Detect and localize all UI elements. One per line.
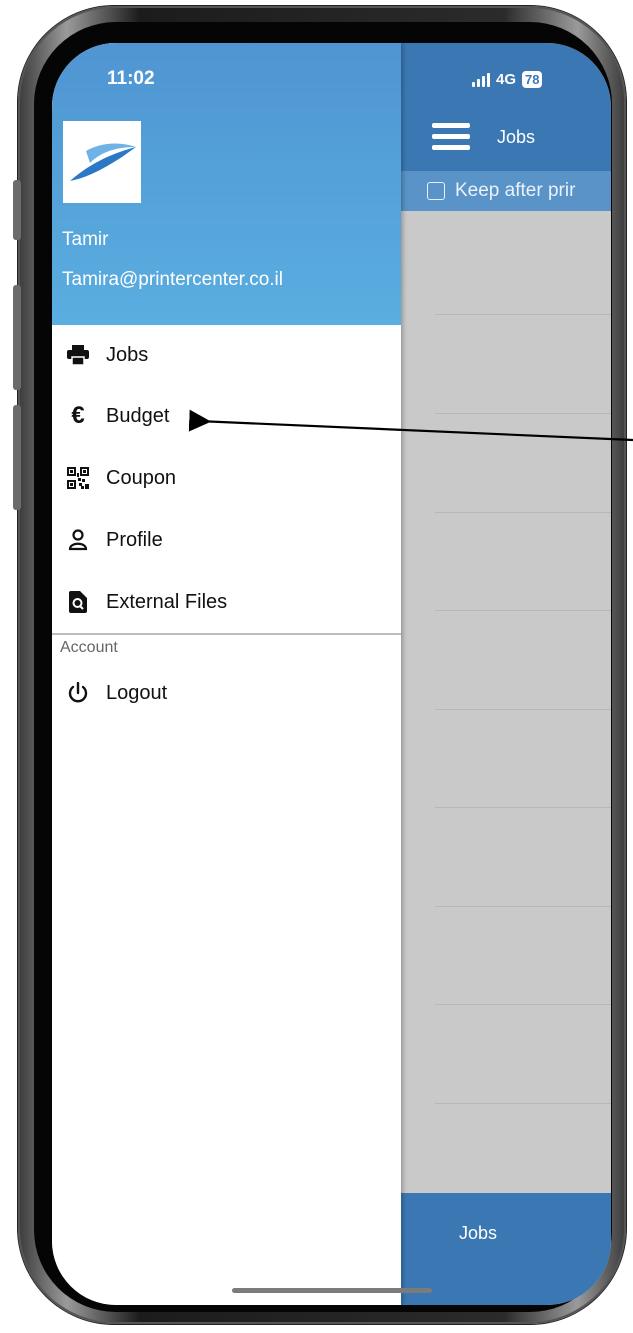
mute-switch — [13, 180, 21, 240]
volume-up-button — [13, 285, 21, 390]
menu-item-profile[interactable]: Profile — [52, 516, 401, 564]
home-indicator[interactable] — [232, 1288, 432, 1293]
keep-label: Keep after prir — [455, 180, 576, 201]
menu-label: Jobs — [106, 343, 149, 366]
qr-code-icon — [66, 466, 90, 490]
menu-item-logout[interactable]: Logout — [52, 669, 401, 717]
menu-item-external-files[interactable]: External Files — [52, 578, 401, 626]
signal-icon — [472, 72, 490, 87]
list-divider — [435, 314, 611, 315]
section-label-account: Account — [60, 639, 118, 656]
drawer-divider — [52, 633, 401, 635]
list-divider — [435, 610, 611, 611]
list-divider — [435, 709, 611, 710]
page-title: Jobs — [497, 127, 536, 147]
menu-item-coupon[interactable]: Coupon — [52, 454, 401, 502]
status-indicators: 4G 78 — [472, 71, 543, 88]
status-time: 11:02 — [107, 68, 155, 89]
screen: 4G 78 Jobs Keep after prir Jobs 11:02 Ta… — [52, 43, 611, 1305]
menu-item-jobs[interactable]: Jobs — [52, 331, 401, 379]
menu-item-budget[interactable]: € Budget — [52, 392, 401, 440]
side-drawer: 11:02 Tamir Tamira@printercenter.co.il J… — [52, 43, 401, 1305]
menu-label: Logout — [106, 681, 168, 704]
list-divider — [435, 1004, 611, 1005]
volume-down-button — [13, 405, 21, 510]
power-icon — [66, 681, 90, 705]
euro-icon: € — [71, 402, 85, 429]
network-label: 4G — [496, 71, 517, 88]
menu-label: External Files — [106, 590, 228, 613]
user-email: Tamira@printercenter.co.il — [62, 269, 283, 290]
list-divider — [435, 807, 611, 808]
list-divider — [435, 512, 611, 513]
list-divider — [435, 906, 611, 907]
hamburger-menu-icon[interactable] — [432, 123, 470, 156]
user-icon — [66, 528, 90, 552]
tab-jobs[interactable]: Jobs — [459, 1223, 497, 1244]
list-divider — [435, 1103, 611, 1104]
printer-icon — [66, 343, 90, 367]
file-search-icon — [66, 590, 90, 614]
list-divider — [435, 413, 611, 414]
menu-label: Budget — [106, 404, 170, 427]
app-logo — [63, 121, 141, 203]
bottom-tab-bar: Jobs — [401, 1193, 611, 1305]
battery-icon: 78 — [522, 71, 543, 88]
menu-label: Profile — [106, 528, 163, 551]
menu-label: Coupon — [106, 466, 177, 489]
drawer-header: 11:02 Tamir Tamira@printercenter.co.il — [52, 43, 401, 325]
keep-after-print-option[interactable]: Keep after prir — [401, 171, 611, 211]
keep-checkbox[interactable] — [427, 182, 445, 200]
user-name: Tamir — [62, 229, 109, 250]
